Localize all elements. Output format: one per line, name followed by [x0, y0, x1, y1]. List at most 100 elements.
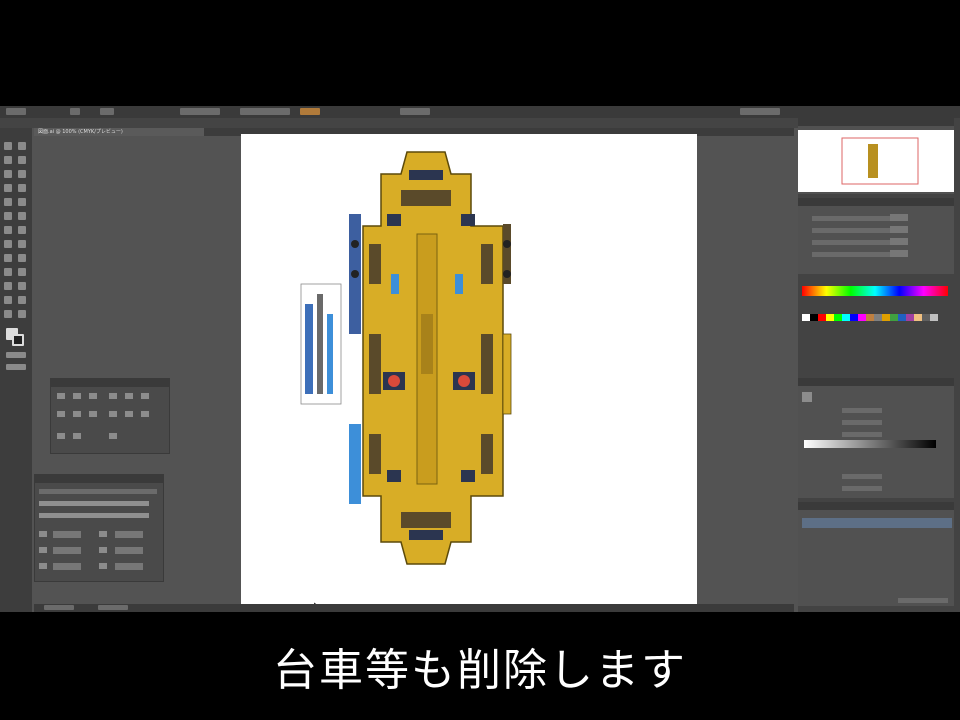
eyedropper-tool-icon[interactable]	[4, 268, 12, 276]
gradient-ratio-field[interactable]	[842, 432, 882, 437]
lasso-tool-icon[interactable]	[18, 156, 26, 164]
stroke-field[interactable]	[115, 531, 143, 538]
color-value-field[interactable]	[890, 226, 908, 233]
color-value-field[interactable]	[890, 214, 908, 221]
locomotive-artwork[interactable]	[241, 134, 697, 606]
gradient-location-field[interactable]	[842, 486, 882, 491]
color-slider[interactable]	[812, 240, 892, 245]
swatch[interactable]	[802, 314, 810, 321]
color-slider[interactable]	[812, 252, 892, 257]
graph-tool-icon[interactable]	[18, 282, 26, 290]
type-tool-icon[interactable]	[18, 170, 26, 178]
align-bottom-icon[interactable]	[141, 393, 149, 399]
stroke-color-icon[interactable]	[12, 334, 24, 346]
swatch[interactable]	[874, 314, 882, 321]
scale-tool-icon[interactable]	[18, 212, 26, 220]
warp-tool-icon[interactable]	[4, 226, 12, 234]
menu-item[interactable]	[240, 108, 290, 115]
swatch[interactable]	[866, 314, 874, 321]
align-middle-icon[interactable]	[125, 393, 133, 399]
distribute-spacing-v-icon[interactable]	[57, 433, 65, 439]
swatch[interactable]	[922, 314, 930, 321]
document-tab[interactable]: 図面.ai @ 100% (CMYK/プレビュー)	[34, 128, 204, 136]
align-left-icon[interactable]	[57, 393, 65, 399]
stroke-field[interactable]	[115, 563, 143, 570]
color-value-field[interactable]	[890, 238, 908, 245]
stroke-panel-header[interactable]	[35, 475, 163, 483]
stroke-field[interactable]	[115, 547, 143, 554]
artboard-nav[interactable]	[98, 605, 128, 610]
swatch[interactable]	[914, 314, 922, 321]
rotate-tool-icon[interactable]	[4, 212, 12, 220]
stroke-slider[interactable]	[39, 501, 149, 506]
gradient-panel-header[interactable]	[798, 378, 954, 386]
menu-item[interactable]	[100, 108, 114, 115]
free-transform-tool-icon[interactable]	[18, 226, 26, 234]
color-value-field[interactable]	[890, 250, 908, 257]
swatch[interactable]	[826, 314, 834, 321]
menu-item[interactable]	[180, 108, 220, 115]
swatch[interactable]	[930, 314, 938, 321]
draw-mode-icon[interactable]	[6, 352, 26, 358]
swatches-panel[interactable]	[802, 314, 948, 328]
selection-tool-icon[interactable]	[4, 142, 12, 150]
dash-icon[interactable]	[99, 547, 107, 553]
color-spectrum-bar[interactable]	[802, 286, 948, 296]
align-to-icon[interactable]	[109, 433, 117, 439]
distribute-right-icon[interactable]	[141, 411, 149, 417]
gradient-swatch-icon[interactable]	[802, 392, 812, 402]
layers-panel-header[interactable]	[798, 502, 954, 510]
mesh-tool-icon[interactable]	[4, 254, 12, 262]
gradient-opacity-field[interactable]	[842, 474, 882, 479]
menu-item[interactable]	[70, 108, 80, 115]
symbol-sprayer-tool-icon[interactable]	[4, 282, 12, 290]
gradient-type-field[interactable]	[842, 408, 882, 413]
align-panel-header[interactable]	[51, 379, 169, 387]
navigator-panel-header[interactable]	[798, 118, 954, 126]
distribute-spacing-h-icon[interactable]	[73, 433, 81, 439]
pen-tool-icon[interactable]	[4, 170, 12, 178]
artboard-tool-icon[interactable]	[4, 296, 12, 304]
line-tool-icon[interactable]	[4, 184, 12, 192]
swatch[interactable]	[898, 314, 906, 321]
gradient-slider[interactable]	[804, 440, 936, 448]
slice-tool-icon[interactable]	[18, 296, 26, 304]
stroke-field[interactable]	[53, 547, 81, 554]
color-panel-header[interactable]	[798, 198, 954, 206]
menu-item[interactable]	[400, 108, 430, 115]
blend-tool-icon[interactable]	[18, 268, 26, 276]
distribute-bottom-icon[interactable]	[89, 411, 97, 417]
pencil-tool-icon[interactable]	[18, 198, 26, 206]
distribute-left-icon[interactable]	[109, 411, 117, 417]
swatch[interactable]	[906, 314, 914, 321]
perspective-tool-icon[interactable]	[18, 240, 26, 248]
swatch[interactable]	[850, 314, 858, 321]
swatch[interactable]	[858, 314, 866, 321]
gradient-tool-icon[interactable]	[18, 254, 26, 262]
profile-icon[interactable]	[99, 563, 107, 569]
workspace-switcher[interactable]	[740, 108, 780, 115]
distribute-center-icon[interactable]	[125, 411, 133, 417]
align-center-icon[interactable]	[73, 393, 81, 399]
align-top-icon[interactable]	[109, 393, 117, 399]
menu-item[interactable]	[6, 108, 26, 115]
hand-tool-icon[interactable]	[4, 310, 12, 318]
layers-footer-buttons[interactable]	[898, 598, 948, 603]
gradient-angle-field[interactable]	[842, 420, 882, 425]
align-right-icon[interactable]	[89, 393, 97, 399]
distribute-middle-icon[interactable]	[73, 411, 81, 417]
cap-icon[interactable]	[39, 531, 47, 537]
stroke-weight-row[interactable]	[39, 489, 157, 494]
stroke-field[interactable]	[53, 531, 81, 538]
brush-tool-icon[interactable]	[4, 198, 12, 206]
shape-builder-tool-icon[interactable]	[4, 240, 12, 248]
color-slider[interactable]	[812, 216, 892, 221]
swatch[interactable]	[842, 314, 850, 321]
swatch[interactable]	[818, 314, 826, 321]
layer-row[interactable]	[802, 518, 952, 528]
screen-mode-icon[interactable]	[6, 364, 26, 370]
corner-icon[interactable]	[99, 531, 107, 537]
swatch[interactable]	[882, 314, 890, 321]
direct-selection-tool-icon[interactable]	[18, 142, 26, 150]
swatch[interactable]	[810, 314, 818, 321]
